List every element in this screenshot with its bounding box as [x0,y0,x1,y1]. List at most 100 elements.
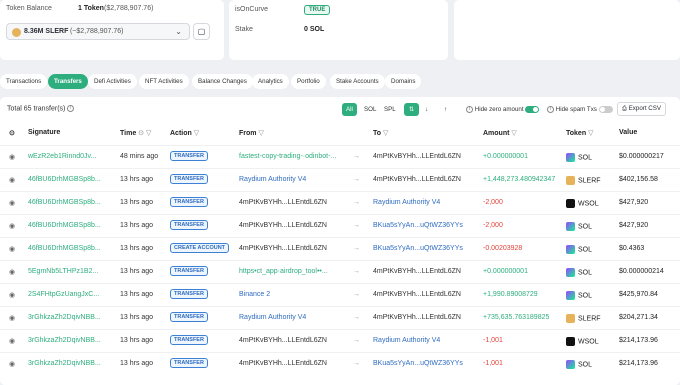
signature-link[interactable]: 3rGhkzaZh2DqivNBB... [28,360,101,367]
from-address[interactable]: Binance 2 [239,291,270,298]
eye-icon[interactable]: ◉ [9,176,15,184]
slerf-coin-icon [12,28,21,37]
to-address[interactable]: BKua5sYyAn...uQtWZ36YYs [373,360,463,367]
hide-spam-toggle[interactable]: i Hide spam Txs [547,103,615,116]
from-address[interactable]: fastest-copy-trading-·odinbot-... [239,153,336,160]
amount-cell: -1,001 [483,337,503,344]
tab-bar: Transactions Transfers Defi Activities N… [0,74,680,89]
signature-link[interactable]: 3rGhkzaZh2DqivNBB... [28,314,101,321]
filter-icon[interactable]: ▽ [383,130,388,137]
stake-value: 0 SOL [304,26,325,33]
arrow-right-icon: → [353,337,360,344]
sort-down-icon[interactable]: ↓ [425,103,428,116]
from-address[interactable]: 4mPtKvBYHh...LLEntdL6ZN [239,199,327,206]
token-cell[interactable]: SOL [566,153,592,162]
arrow-right-icon: → [353,199,360,206]
eye-icon[interactable]: ◉ [9,199,15,207]
token-icon [566,314,575,323]
tab-portfolio[interactable]: Portfolio [291,74,326,89]
from-address[interactable]: Raydium Authority V4 [239,176,306,183]
token-icon [566,337,575,346]
filter-icon[interactable]: ▽ [588,130,593,137]
from-address[interactable]: Raydium Authority V4 [239,314,306,321]
token-cell[interactable]: SOL [566,360,592,369]
tab-domains[interactable]: Domains [385,74,422,89]
token-select[interactable]: 8.36M SLERF (~$2,788,907.76) ⌄ [6,23,190,40]
tab-transactions[interactable]: Transactions [0,74,48,89]
value-cell: $0.000000217 [619,153,664,160]
signature-link[interactable]: 46fBU6DrhMGBSp8b... [28,245,101,252]
signature-link[interactable]: 2S4FHtpGzUangJxC... [28,291,99,298]
eye-icon[interactable]: ◉ [9,222,15,230]
hide-zero-toggle[interactable]: i Hide zero amount [466,103,541,116]
token-cell[interactable]: WSOL [566,337,599,346]
export-csv-label: Export CSV [628,105,661,112]
clock-icon[interactable]: ⊙ [138,130,144,137]
hide-spam-switch[interactable] [598,105,613,113]
sort-toggle-icon[interactable]: ⇅ [404,103,420,116]
eye-icon[interactable]: ◉ [9,291,15,299]
token-cell[interactable]: SOL [566,222,592,231]
signature-link[interactable]: 3rGhkzaZh2DqivNBB... [28,337,101,344]
tab-transfers[interactable]: Transfers [48,74,88,89]
filter-icon[interactable]: ▽ [511,130,516,137]
token-balance-value: 1 Token [78,5,104,12]
amount-cell: -1,001 [483,360,503,367]
time-cell: 13 hrs ago [120,268,154,275]
to-address[interactable]: 4mPtKvBYHh...LLEntdL6ZN [373,314,461,321]
eye-icon[interactable]: ◉ [9,245,15,253]
tab-balance-changes[interactable]: Balance Changes [192,74,253,89]
export-csv-button[interactable]: ⎙ Export CSV [616,102,666,116]
from-address[interactable]: 4mPtKvBYHh...LLEntdL6ZN [239,222,327,229]
token-cell[interactable]: SLERF [566,176,601,185]
filter-icon[interactable]: ▽ [258,130,263,137]
signature-link[interactable]: wEzR2eb1Rinnd0Jv... [28,153,96,160]
eye-icon[interactable]: ◉ [9,153,15,161]
account-summary: Token Balance 1 Token ($2,788,907.76) 8.… [0,0,680,66]
to-address[interactable]: Raydium Authority V4 [373,337,440,344]
token-icon [566,176,575,185]
sort-up-icon[interactable]: ↑ [444,103,447,116]
to-address[interactable]: 4mPtKvBYHh...LLEntdL6ZN [373,176,461,183]
signature-link[interactable]: 5EgmNb5LTHPz1B2... [28,268,98,275]
token-cell[interactable]: SOL [566,268,592,277]
to-address[interactable]: 4mPtKvBYHh...LLEntdL6ZN [373,268,461,275]
from-address[interactable]: 4mPtKvBYHh...LLEntdL6ZN [239,360,327,367]
eye-icon[interactable]: ◉ [9,360,15,368]
from-address[interactable]: 4mPtKvBYHh...LLEntdL6ZN [239,245,327,252]
filter-sol-button[interactable]: SOL [360,103,380,116]
eye-icon[interactable]: ◉ [9,314,15,322]
token-icon [566,291,575,300]
from-address[interactable]: 4mPtKvBYHh...LLEntdL6ZN [239,337,327,344]
to-address[interactable]: 4mPtKvBYHh...LLEntdL6ZN [373,153,461,160]
tab-nft-activities[interactable]: NFT Activities [139,74,189,89]
filter-spl-button[interactable]: SPL [380,103,400,116]
filter-icon[interactable]: ▽ [194,130,199,137]
signature-link[interactable]: 46fBU6DrhMGBSp8b... [28,176,101,183]
tab-analytics[interactable]: Analytics [252,74,289,89]
wallet-icon[interactable]: ▢ [193,23,210,40]
col-from-label: From [239,130,257,137]
filter-all-button[interactable]: All [342,103,357,116]
to-address[interactable]: BKua5sYyAn...uQtWZ36YYs [373,222,463,229]
to-address[interactable]: BKua5sYyAn...uQtWZ36YYs [373,245,463,252]
token-cell[interactable]: SLERF [566,314,601,323]
eye-icon[interactable]: ◉ [9,337,15,345]
token-cell[interactable]: SOL [566,245,592,254]
filter-icon[interactable]: ▽ [146,130,151,137]
from-address[interactable]: https•ct_app·airdrop_tool••... [239,268,328,275]
arrow-right-icon: → [353,176,360,183]
to-address[interactable]: Raydium Authority V4 [373,199,440,206]
token-cell[interactable]: SOL [566,291,592,300]
tab-defi-activities[interactable]: Defi Activities [88,74,137,89]
value-cell: $214,173.96 [619,337,658,344]
arrow-right-icon: → [353,268,360,275]
action-badge: TRANSFER [170,335,208,345]
token-cell[interactable]: WSOL [566,199,599,208]
to-address[interactable]: 4mPtKvBYHh...LLEntdL6ZN [373,291,461,298]
eye-icon[interactable]: ◉ [9,268,15,276]
signature-link[interactable]: 46fBU6DrhMGBSp8b... [28,222,101,229]
hide-zero-switch[interactable] [525,105,540,113]
signature-link[interactable]: 46fBU6DrhMGBSp8b... [28,199,101,206]
tab-stake-accounts[interactable]: Stake Accounts [330,74,385,89]
